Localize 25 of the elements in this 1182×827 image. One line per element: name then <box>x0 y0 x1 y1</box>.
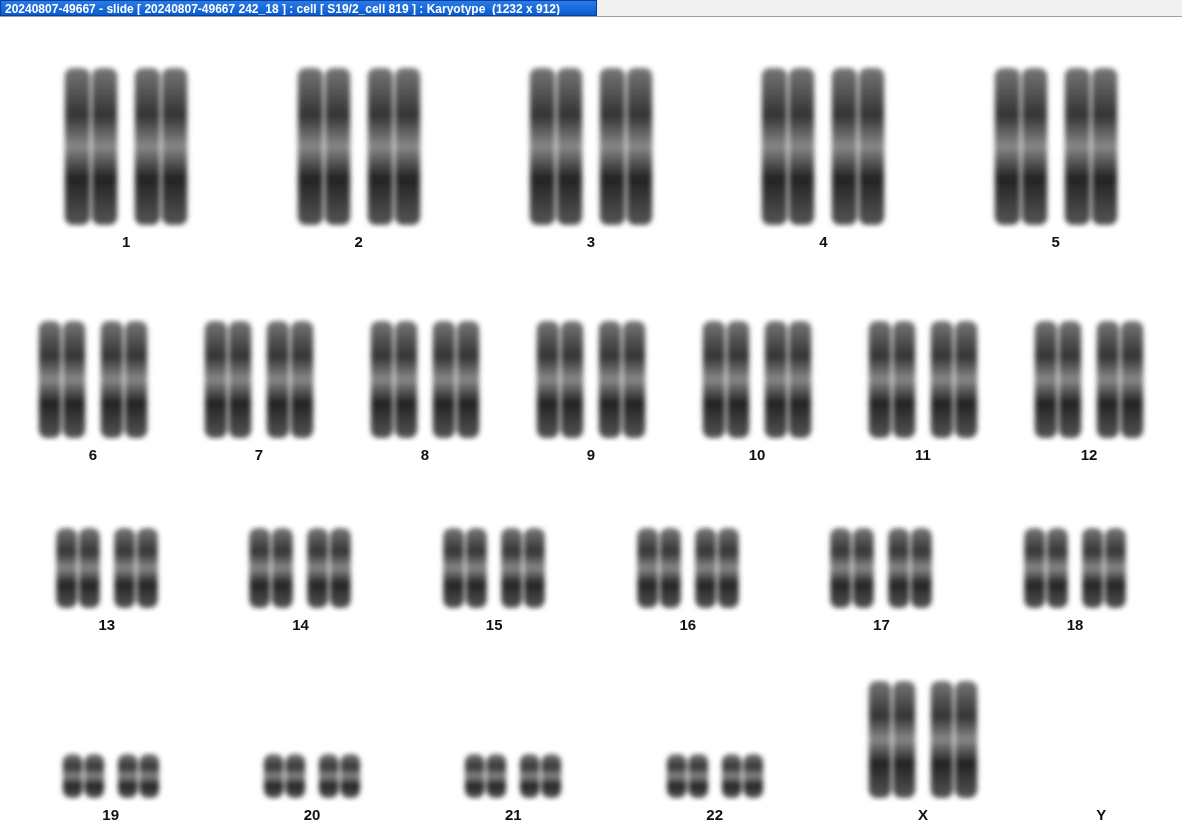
chromosome-number: 14 <box>292 616 309 633</box>
chromosome-number: 4 <box>819 233 828 250</box>
chromosome-number: Y <box>1096 806 1107 823</box>
chromosome-number: 7 <box>254 446 264 463</box>
chromosome-number: 2 <box>354 233 363 250</box>
chromosome-number: 21 <box>504 806 522 823</box>
chromosome-number: X <box>917 806 928 823</box>
chromosome-number: 16 <box>679 616 697 633</box>
chromosome-number: 22 <box>706 806 723 823</box>
chromosome-number: 15 <box>485 616 503 633</box>
chromosome-number: 18 <box>1066 616 1084 633</box>
chromosome-number: 17 <box>873 616 890 633</box>
chromosome-number: 8 <box>420 446 430 463</box>
chromosome-number: 3 <box>586 233 596 250</box>
chromosome-number: 13 <box>98 616 116 633</box>
chromosome-number: 1 <box>122 233 131 250</box>
chromosome-number: 10 <box>748 446 766 463</box>
chromosome-number: 5 <box>1051 233 1060 250</box>
chromosome-number: 20 <box>303 806 321 823</box>
chromosome-number: 12 <box>1080 446 1098 463</box>
chromosome-number: 6 <box>88 446 98 463</box>
chromosome-number: 9 <box>586 446 596 463</box>
window-title: 20240807-49667 - slide [ 20240807-49667 242_18 ] : cell [ S19/2_cell 819 ] : Karyotype (1232 x 912) <box>0 0 597 16</box>
chromosome-number: 11 <box>915 446 931 463</box>
chromosome-number: 19 <box>102 806 119 823</box>
